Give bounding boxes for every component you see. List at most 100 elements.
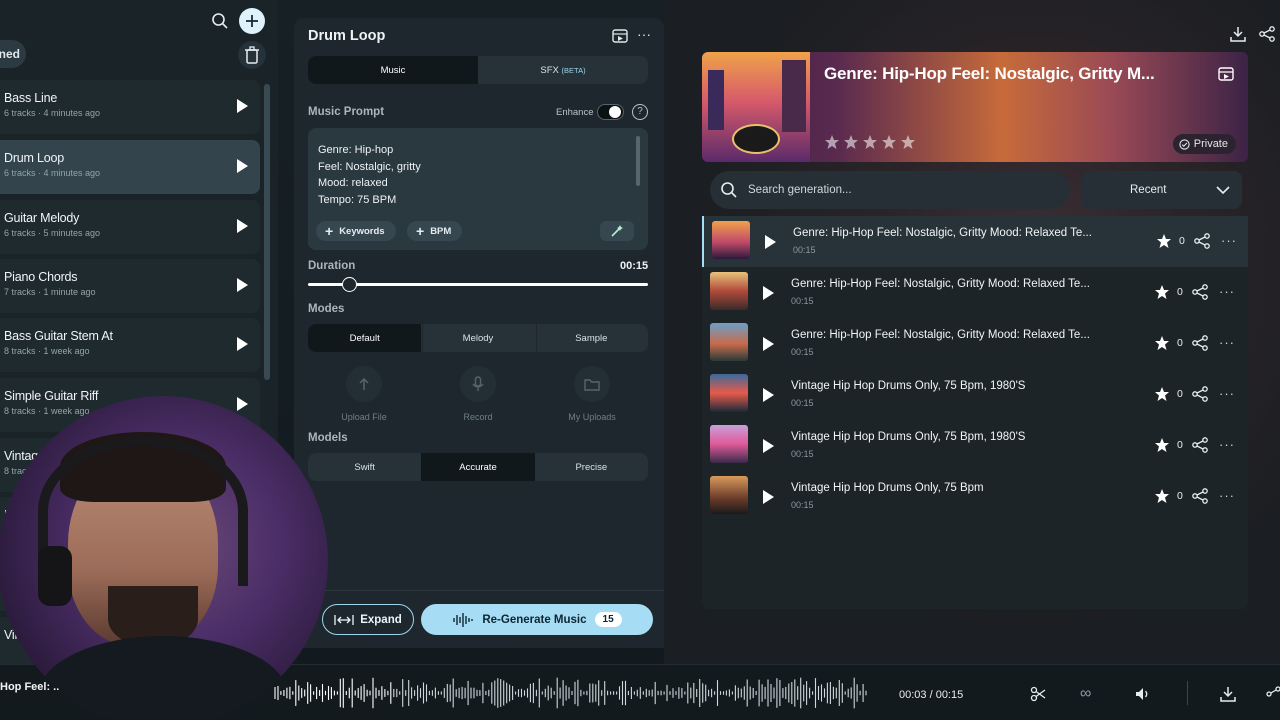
enhance-toggle[interactable] xyxy=(597,104,624,120)
more-options-icon[interactable]: ··· xyxy=(1221,233,1237,248)
mode-melody[interactable]: Melody xyxy=(421,324,534,352)
video-icon[interactable] xyxy=(1218,66,1234,87)
rating-stars[interactable] xyxy=(824,134,916,155)
sidebar-project-item[interactable]: Guitar Melody 6 tracks · 5 minutes ago xyxy=(0,200,260,254)
regenerate-music-button[interactable]: Re-Generate Music 15 xyxy=(421,604,653,635)
share-icon[interactable] xyxy=(1192,386,1208,407)
share-icon[interactable] xyxy=(1192,488,1208,509)
play-icon[interactable] xyxy=(763,337,774,351)
regenerate-label: Re-Generate Music xyxy=(482,613,587,626)
track-row[interactable]: Genre: Hip-Hop Feel: Nostalgic, Gritty M… xyxy=(702,216,1248,267)
play-icon[interactable] xyxy=(237,219,248,233)
project-meta: 6 tracks · 5 minutes ago xyxy=(4,228,101,238)
track-thumbnail xyxy=(710,425,748,463)
duration-label: Duration xyxy=(308,260,356,272)
help-icon[interactable]: ? xyxy=(632,104,648,120)
favorite-star-icon[interactable] xyxy=(1156,233,1172,254)
expand-button[interactable]: Expand xyxy=(322,604,414,635)
more-options-icon[interactable]: ··· xyxy=(1219,488,1235,503)
play-icon[interactable] xyxy=(763,439,774,453)
tab-sfx[interactable]: SFX (BETA) xyxy=(478,56,648,84)
more-options-icon[interactable]: ··· xyxy=(1219,284,1235,299)
search-generation-input[interactable]: Search generation... xyxy=(710,171,1070,209)
download-icon[interactable] xyxy=(1230,26,1246,47)
favorite-star-icon[interactable] xyxy=(1154,335,1170,356)
tab-music[interactable]: Music xyxy=(308,56,478,84)
add-project-button[interactable] xyxy=(239,8,265,34)
duration-slider[interactable] xyxy=(308,283,648,286)
play-icon[interactable] xyxy=(763,490,774,504)
more-options-icon[interactable]: ··· xyxy=(637,26,651,42)
sidebar-project-item[interactable]: Bass Line 6 tracks · 4 minutes ago xyxy=(0,80,260,134)
track-duration: 00:15 xyxy=(791,296,814,306)
magic-wand-icon[interactable] xyxy=(600,221,634,241)
play-icon[interactable] xyxy=(237,99,248,113)
track-row[interactable]: Vintage Hip Hop Drums Only, 75 Bpm 00:15 0… xyxy=(702,471,1248,522)
star-icon[interactable] xyxy=(824,134,840,155)
star-icon[interactable] xyxy=(843,134,859,155)
keywords-button[interactable]: + Keywords xyxy=(316,221,396,241)
play-icon[interactable] xyxy=(237,159,248,173)
favorite-star-icon[interactable] xyxy=(1154,437,1170,458)
sidebar-project-item[interactable]: Bass Guitar Stem At 8 tracks · 1 week ago xyxy=(0,318,260,372)
track-duration: 00:15 xyxy=(791,500,814,510)
track-row[interactable]: Vintage Hip Hop Drums Only, 75 Bpm, 1980… xyxy=(702,369,1248,420)
more-options-icon[interactable]: ··· xyxy=(1219,335,1235,350)
sidebar-project-item[interactable]: Piano Chords 7 tracks · 1 minute ago xyxy=(0,259,260,313)
folder-icon[interactable] xyxy=(574,366,610,402)
track-row[interactable]: Genre: Hip-Hop Feel: Nostalgic, Gritty M… xyxy=(702,318,1248,369)
sidebar-project-item[interactable]: Drum Loop 6 tracks · 4 minutes ago xyxy=(0,140,260,194)
track-row[interactable]: Genre: Hip-Hop Feel: Nostalgic, Gritty M… xyxy=(702,267,1248,318)
play-icon[interactable] xyxy=(763,286,774,300)
model-swift[interactable]: Swift xyxy=(308,453,421,481)
star-icon[interactable] xyxy=(881,134,897,155)
project-meta: 6 tracks · 4 minutes ago xyxy=(4,168,101,178)
microphone-icon[interactable] xyxy=(460,366,496,402)
model-accurate[interactable]: Accurate xyxy=(421,453,535,481)
scissors-icon[interactable] xyxy=(1030,686,1046,707)
expand-icon xyxy=(334,614,354,625)
trash-icon[interactable] xyxy=(238,41,266,69)
prompt-scrollbar[interactable] xyxy=(636,136,640,186)
download-icon[interactable] xyxy=(1220,686,1236,707)
sidebar-scrollbar[interactable] xyxy=(264,84,270,380)
bpm-button[interactable]: + BPM xyxy=(407,221,463,241)
star-icon[interactable] xyxy=(900,134,916,155)
pinned-tab[interactable]: ned xyxy=(0,40,26,68)
privacy-badge[interactable]: Private xyxy=(1172,134,1236,154)
sort-label: Recent xyxy=(1130,184,1167,196)
play-icon[interactable] xyxy=(237,397,248,411)
track-list: Genre: Hip-Hop Feel: Nostalgic, Gritty M… xyxy=(702,216,1248,609)
mode-sample[interactable]: Sample xyxy=(535,324,648,352)
favorite-star-icon[interactable] xyxy=(1154,284,1170,305)
favorite-star-icon[interactable] xyxy=(1154,488,1170,509)
track-row[interactable]: Vintage Hip Hop Drums Only, 75 Bpm, 1980… xyxy=(702,420,1248,471)
share-icon[interactable] xyxy=(1259,26,1275,47)
share-icon[interactable] xyxy=(1192,437,1208,458)
star-icon[interactable] xyxy=(862,134,878,155)
sort-dropdown[interactable]: Recent xyxy=(1082,171,1242,209)
share-icon[interactable] xyxy=(1266,686,1280,707)
loop-icon[interactable]: ∞ xyxy=(1080,685,1091,703)
share-icon[interactable] xyxy=(1192,335,1208,356)
play-icon[interactable] xyxy=(237,278,248,292)
search-icon[interactable] xyxy=(207,8,233,34)
play-icon[interactable] xyxy=(765,235,776,249)
play-icon[interactable] xyxy=(763,388,774,402)
play-icon[interactable] xyxy=(237,337,248,351)
video-icon[interactable] xyxy=(612,28,628,49)
track-title: Vintage Hip Hop Drums Only, 75 Bpm, 1980… xyxy=(791,380,1026,392)
more-options-icon[interactable]: ··· xyxy=(1219,386,1235,401)
footer-divider xyxy=(294,590,664,591)
more-options-icon[interactable]: ··· xyxy=(1219,437,1235,452)
share-icon[interactable] xyxy=(1194,233,1210,254)
favorite-star-icon[interactable] xyxy=(1154,386,1170,407)
modes-label: Modes xyxy=(308,303,345,315)
share-icon[interactable] xyxy=(1192,284,1208,305)
duration-slider-handle[interactable] xyxy=(341,277,357,292)
waveform-scrubber[interactable] xyxy=(272,677,872,709)
model-precise[interactable]: Precise xyxy=(535,453,648,481)
mode-default[interactable]: Default xyxy=(308,324,422,352)
volume-icon[interactable] xyxy=(1135,686,1151,707)
upload-icon[interactable] xyxy=(346,366,382,402)
